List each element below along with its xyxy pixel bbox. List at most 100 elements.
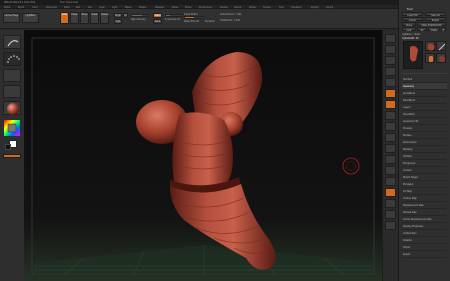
tool-subpalette-geometry[interactable]: Geometry bbox=[402, 83, 447, 90]
tool-subpalette-nanomesh[interactable]: NanoMesh bbox=[402, 97, 447, 104]
edit-button[interactable]: Edit bbox=[60, 12, 69, 24]
tool-subpalette-preview[interactable]: Preview bbox=[402, 125, 447, 132]
rgb-intensity-slider[interactable] bbox=[131, 14, 149, 17]
m-button[interactable]: M bbox=[123, 13, 128, 18]
r-button[interactable]: R bbox=[441, 27, 446, 32]
import-button[interactable]: Import bbox=[402, 17, 423, 22]
tool-subpalette-initialize[interactable]: Initialize bbox=[402, 237, 447, 244]
focal-shift-slider[interactable] bbox=[184, 16, 204, 19]
r-label: R bbox=[442, 28, 445, 32]
z-intensity-slider[interactable] bbox=[165, 14, 183, 17]
color-picker-icon bbox=[4, 120, 20, 136]
tool-subpalette-import[interactable]: Import bbox=[402, 244, 447, 251]
tool-thumbnail-extra[interactable] bbox=[436, 53, 446, 63]
goz-label: GoZ bbox=[406, 28, 412, 32]
xpose-icon[interactable] bbox=[385, 221, 396, 230]
tool-subpalette-arraymesh[interactable]: ArrayMesh bbox=[402, 90, 447, 97]
mrgb-button[interactable]: Mrgb bbox=[114, 13, 122, 18]
zsub-label: Zsub bbox=[154, 20, 161, 23]
focal-shift-fill bbox=[185, 17, 194, 18]
switch-color-button[interactable] bbox=[3, 154, 21, 158]
floor-icon[interactable] bbox=[385, 100, 396, 109]
visible-button[interactable]: Visible bbox=[428, 27, 440, 32]
polyf-icon[interactable] bbox=[385, 177, 396, 186]
move-button[interactable]: Move bbox=[80, 12, 89, 24]
scale-icon[interactable] bbox=[385, 155, 396, 164]
transp-icon[interactable] bbox=[385, 188, 396, 197]
left-shelf bbox=[0, 30, 24, 281]
export-button[interactable]: Export bbox=[425, 17, 446, 22]
frame-icon[interactable] bbox=[385, 133, 396, 142]
scale-button[interactable]: Scale bbox=[90, 12, 99, 24]
secondary-color-swatch[interactable] bbox=[5, 144, 11, 150]
tool-subpalette-contact[interactable]: Contact bbox=[402, 167, 447, 174]
tool-subpalette-masking[interactable]: Masking bbox=[402, 146, 447, 153]
tool-subpalette-geometry-hd[interactable]: Geometry HD bbox=[402, 118, 447, 125]
tool-subpalette-surface[interactable]: Surface bbox=[402, 132, 447, 139]
persp-icon[interactable] bbox=[385, 89, 396, 98]
tool-subpalette-texture-map[interactable]: Texture Map bbox=[402, 195, 447, 202]
tool-subpalette-polypaint[interactable]: Polypaint bbox=[402, 181, 447, 188]
spix-icon[interactable] bbox=[385, 45, 396, 54]
tool-subpalette-unified-skin[interactable]: Unified Skin bbox=[402, 230, 447, 237]
zoom-icon[interactable] bbox=[385, 67, 396, 76]
home-page-button[interactable]: Home Page bbox=[3, 13, 20, 23]
all-button[interactable]: All bbox=[417, 27, 427, 32]
ghost-icon[interactable] bbox=[385, 199, 396, 208]
tool-subpalette-layers[interactable]: Layers bbox=[402, 104, 447, 111]
tool-thumbnail-main[interactable] bbox=[403, 41, 423, 69]
cylinder-small-icon bbox=[429, 56, 433, 62]
actual-icon[interactable] bbox=[385, 78, 396, 87]
solo-icon[interactable] bbox=[385, 210, 396, 219]
tool-subpalette-fibermesh[interactable]: FiberMesh bbox=[402, 111, 447, 118]
alpha-selector[interactable] bbox=[3, 69, 21, 82]
lightbox-button[interactable]: LightBox bbox=[22, 13, 39, 23]
tool-thumbnail-simplebrush[interactable] bbox=[436, 41, 446, 51]
rotate-button[interactable]: Rotate bbox=[100, 12, 109, 24]
tool-subpalette-uv-map[interactable]: UV Map bbox=[402, 188, 447, 195]
move-icon[interactable] bbox=[385, 144, 396, 153]
tool-subpalette-polygroups[interactable]: Polygroups bbox=[402, 160, 447, 167]
save-as-button[interactable]: Save As bbox=[425, 12, 446, 17]
home-page-label: Home Page bbox=[4, 14, 19, 17]
move-label: Move bbox=[81, 13, 88, 16]
scroll-icon[interactable] bbox=[385, 56, 396, 65]
tool-thumbnail-polymesh[interactable] bbox=[425, 41, 435, 51]
zadd-label: Zadd bbox=[154, 14, 161, 17]
load-tool-button[interactable]: Load Tool bbox=[402, 12, 423, 17]
zadd-button[interactable]: Zadd bbox=[153, 13, 162, 18]
lightbox-tools-label[interactable]: Lightbox > Tools bbox=[402, 33, 420, 36]
tool-palette-title: Tool bbox=[407, 8, 413, 11]
material-selector[interactable] bbox=[3, 101, 21, 115]
rotate-icon[interactable] bbox=[385, 166, 396, 175]
tool-subpalette-deformation[interactable]: Deformation bbox=[402, 139, 447, 146]
tool-subpalette-displacement-map[interactable]: Displacement Map bbox=[402, 202, 447, 209]
tool-subpalette-vector-displacement-map[interactable]: Vector Displacement Map bbox=[402, 216, 447, 223]
zsub-button[interactable]: Zsub bbox=[153, 19, 162, 24]
dynamic-label[interactable]: Dynamic bbox=[205, 20, 215, 23]
tool-subpalette-subtool[interactable]: SubTool bbox=[402, 76, 447, 83]
app-title: ZBrush 2021.5.1 Core Trial bbox=[4, 1, 36, 4]
tool-subpalette-normal-map[interactable]: Normal Map bbox=[402, 209, 447, 216]
brush-selector[interactable] bbox=[3, 35, 21, 49]
texture-selector[interactable] bbox=[3, 85, 21, 98]
tool-thumbnail-cylinder[interactable] bbox=[425, 53, 435, 63]
tool-subpalette-display-properties[interactable]: Display Properties bbox=[402, 223, 447, 230]
clone-button[interactable]: Clone bbox=[402, 22, 416, 27]
color-picker[interactable] bbox=[4, 120, 20, 136]
tool-subpalette-export[interactable]: Export bbox=[402, 251, 447, 258]
tool-subpalette-visibility[interactable]: Visibility bbox=[402, 153, 447, 160]
stroke-selector[interactable] bbox=[3, 52, 21, 66]
all-label: All bbox=[420, 28, 424, 32]
draw-button[interactable]: Draw bbox=[70, 12, 79, 24]
sphere-small-icon bbox=[439, 56, 445, 62]
local-icon[interactable] bbox=[385, 111, 396, 120]
goz-button[interactable]: GoZ bbox=[402, 27, 416, 32]
cylinder-thumbnail-icon bbox=[410, 46, 418, 62]
make-polymesh-button[interactable]: Make PolyMesh3D bbox=[417, 22, 446, 27]
canvas-viewport[interactable] bbox=[24, 30, 382, 281]
tool-subpalette-morph-target[interactable]: Morph Target bbox=[402, 174, 447, 181]
bpr-icon[interactable] bbox=[385, 34, 396, 43]
rgb-button[interactable]: Rgb bbox=[114, 19, 122, 24]
xyz-icon[interactable] bbox=[385, 122, 396, 131]
